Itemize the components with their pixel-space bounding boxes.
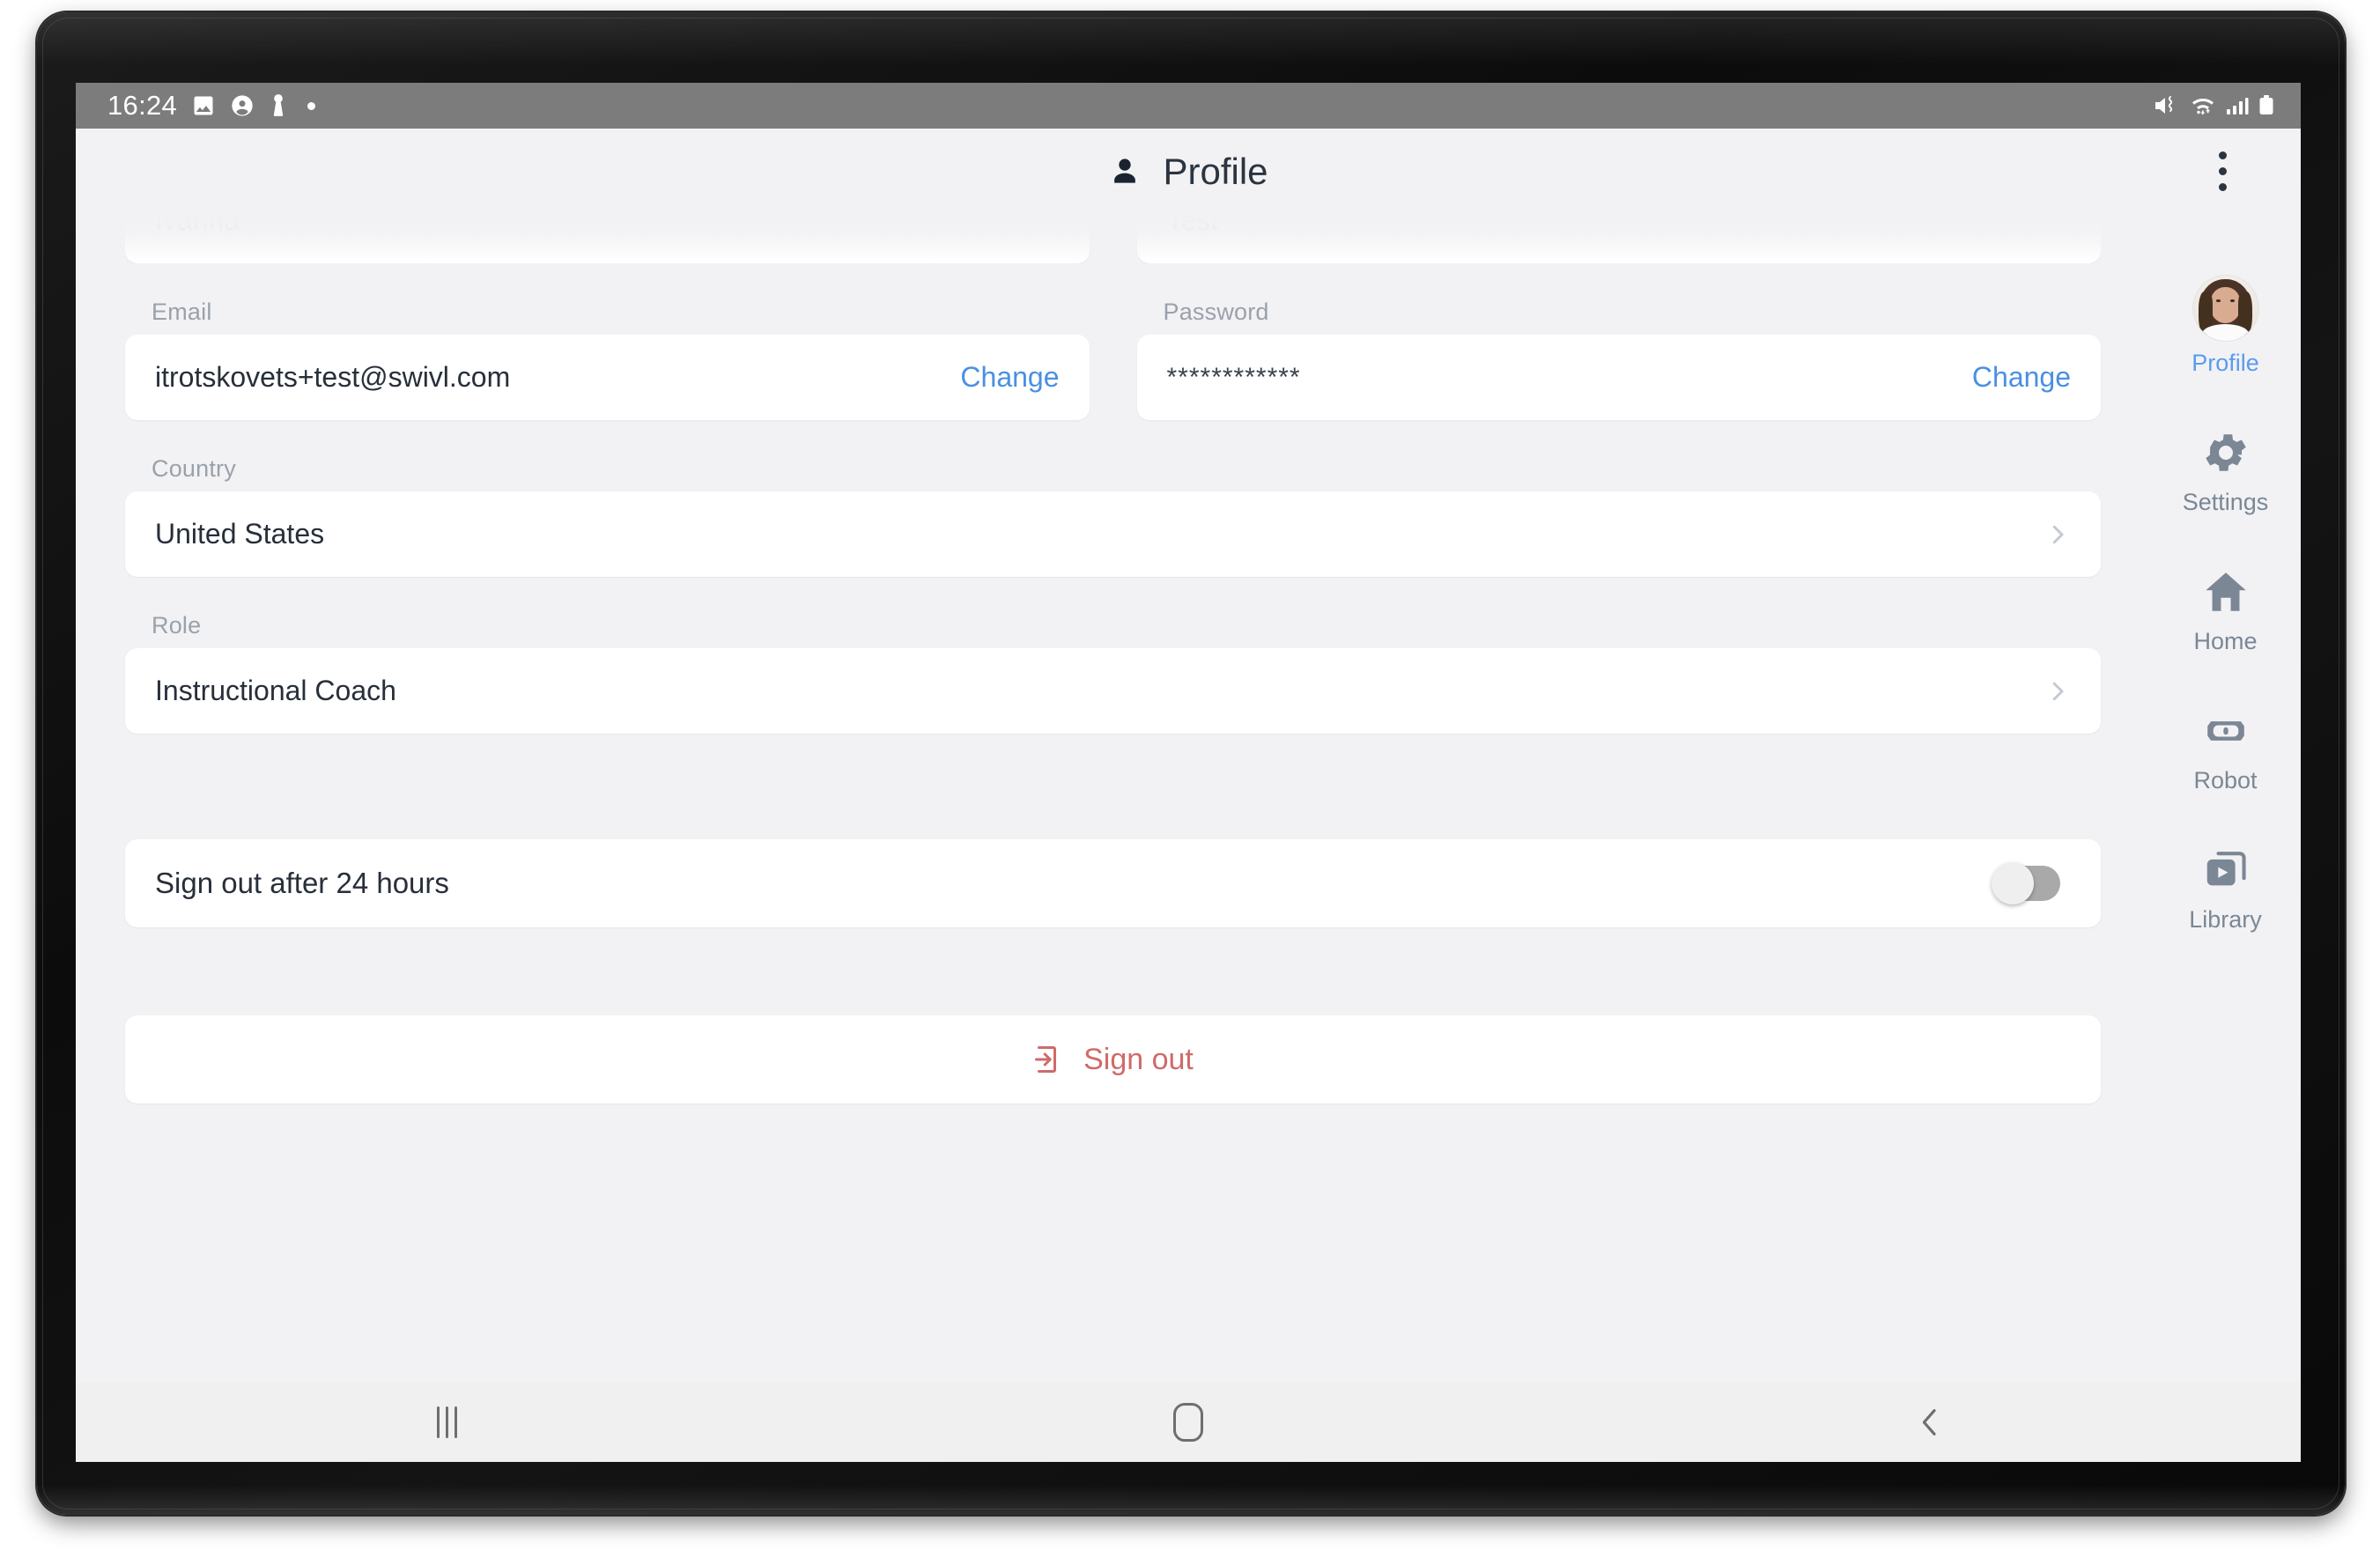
page-title-group: Profile bbox=[1108, 151, 1268, 193]
home-icon bbox=[2199, 565, 2253, 619]
home-button[interactable] bbox=[817, 1382, 1559, 1462]
chevron-right-icon bbox=[2052, 682, 2064, 700]
sign-out-timer-label: Sign out after 24 hours bbox=[155, 867, 449, 899]
page-title: Profile bbox=[1163, 150, 1268, 192]
password-change-button[interactable]: Change bbox=[1951, 361, 2071, 394]
wifi-icon bbox=[2192, 99, 2214, 115]
country-value: United States bbox=[155, 518, 325, 550]
bezel-highlight-top bbox=[37, 12, 2345, 65]
rail-label-settings: Settings bbox=[2182, 489, 2269, 515]
email-card[interactable]: itrotskovets+test@swivl.com Change bbox=[125, 335, 1090, 420]
gear-icon bbox=[2199, 425, 2253, 480]
password-value: ************ bbox=[1166, 362, 1301, 392]
password-card[interactable]: ************ Change bbox=[1136, 335, 2101, 420]
person-icon bbox=[1114, 158, 1136, 183]
android-navigation-bar bbox=[76, 1382, 2301, 1462]
logout-icon bbox=[1035, 1046, 1057, 1073]
email-field: Email itrotskovets+test@swivl.com Change bbox=[125, 299, 1090, 420]
home-nav-icon bbox=[1173, 1402, 1203, 1442]
app-bar: Profile bbox=[76, 129, 2301, 214]
name-fields-row-clipped: Ivanna Test bbox=[125, 214, 2101, 263]
role-select[interactable]: Instructional Coach bbox=[125, 648, 2101, 734]
profile-form-scroll-area[interactable]: Ivanna Test Email itrotskovets+test@swiv… bbox=[76, 214, 2150, 1382]
last-name-value: Test bbox=[1166, 214, 1219, 236]
android-status-bar: 16:24 bbox=[76, 83, 2301, 129]
rail-label-profile: Profile bbox=[2192, 350, 2259, 376]
email-change-button[interactable]: Change bbox=[939, 361, 1059, 394]
rail-item-settings[interactable]: Settings bbox=[2160, 425, 2292, 516]
back-icon bbox=[1922, 1408, 1936, 1436]
status-bar-right-group bbox=[2154, 94, 2274, 117]
password-field: Password ************ Change bbox=[1136, 299, 2101, 420]
library-icon bbox=[2199, 843, 2253, 897]
country-field: Country United States bbox=[125, 455, 2101, 577]
last-name-card[interactable]: Test bbox=[1136, 214, 2101, 263]
chevron-right-icon bbox=[2052, 525, 2064, 543]
first-name-field[interactable]: Ivanna bbox=[125, 214, 1090, 263]
role-value: Instructional Coach bbox=[155, 675, 396, 706]
rail-item-library[interactable]: Library bbox=[2160, 843, 2292, 934]
key-icon bbox=[273, 94, 284, 116]
tablet-screen: 16:24 Profile Ivanna Test Email itrotsko… bbox=[76, 83, 2301, 1462]
recents-button[interactable] bbox=[76, 1382, 817, 1462]
rail-item-profile[interactable]: Profile bbox=[2160, 276, 2292, 377]
more-vertical-icon[interactable] bbox=[2199, 141, 2246, 203]
email-value: itrotskovets+test@swivl.com bbox=[155, 361, 511, 393]
rail-label-library: Library bbox=[2189, 906, 2262, 933]
role-field: Role Instructional Coach bbox=[125, 612, 2101, 734]
email-label: Email bbox=[152, 299, 212, 325]
rail-item-robot[interactable]: Robot bbox=[2160, 704, 2292, 794]
sign-out-timer-toggle[interactable] bbox=[1992, 862, 2060, 904]
back-button[interactable] bbox=[1559, 1382, 2301, 1462]
country-label: Country bbox=[152, 455, 236, 482]
sign-out-timer-row[interactable]: Sign out after 24 hours bbox=[125, 839, 2101, 927]
first-name-card[interactable]: Ivanna bbox=[125, 214, 1090, 263]
country-select[interactable]: United States bbox=[125, 491, 2101, 577]
role-label: Role bbox=[152, 612, 202, 638]
toggle-knob bbox=[1992, 862, 2034, 904]
rail-label-home: Home bbox=[2193, 628, 2258, 654]
sign-out-button[interactable]: Sign out bbox=[125, 1015, 2101, 1103]
dot-indicator-icon bbox=[307, 101, 316, 110]
avatar bbox=[2192, 276, 2258, 341]
rail-item-home[interactable]: Home bbox=[2160, 565, 2292, 655]
last-name-field[interactable]: Test bbox=[1136, 214, 2101, 263]
status-bar-left-group: 16:24 bbox=[107, 90, 316, 122]
image-icon bbox=[194, 96, 213, 115]
credentials-row: Email itrotskovets+test@swivl.com Change… bbox=[125, 299, 2101, 420]
robot-icon bbox=[2199, 704, 2253, 758]
first-name-value: Ivanna bbox=[155, 214, 240, 236]
password-label: Password bbox=[1163, 299, 1269, 325]
cellular-signal-icon bbox=[2227, 98, 2249, 114]
rail-label-robot: Robot bbox=[2193, 767, 2258, 793]
account-icon bbox=[232, 95, 253, 116]
mute-vibrate-icon bbox=[2155, 96, 2173, 114]
recents-icon bbox=[436, 1406, 457, 1438]
bezel-highlight-bottom bbox=[37, 1485, 2345, 1515]
sign-out-label: Sign out bbox=[1083, 1042, 1194, 1076]
status-clock: 16:24 bbox=[107, 90, 178, 121]
battery-icon bbox=[2259, 95, 2273, 114]
right-navigation-rail: Profile Settings Home Robot Library bbox=[2150, 214, 2301, 1382]
